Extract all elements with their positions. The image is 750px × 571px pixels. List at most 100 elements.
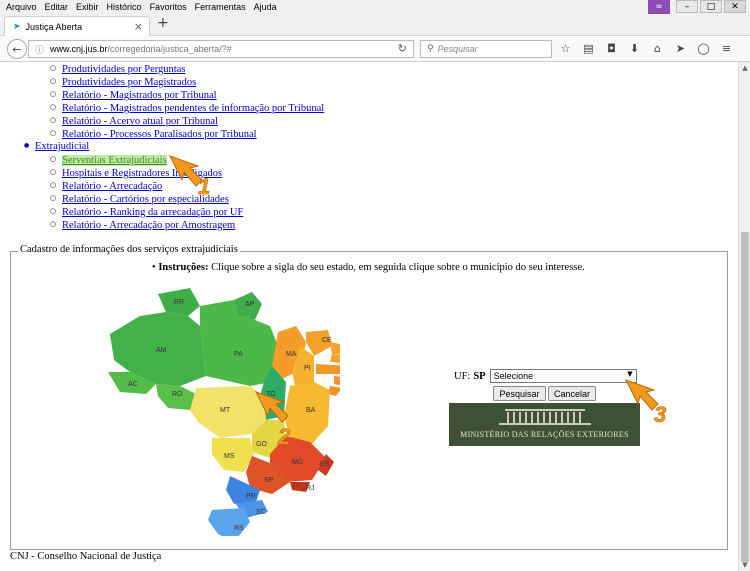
label-es: ES xyxy=(320,461,330,468)
uf-label: UF: xyxy=(454,370,471,382)
label-sp: SP xyxy=(264,477,274,484)
scroll-down-icon[interactable]: ▼ xyxy=(739,559,750,571)
private-mask-icon: ∞ xyxy=(648,0,670,14)
link-magistrados-pendentes[interactable]: Relatório - Magistrados pendentes de inf… xyxy=(62,103,324,114)
annotation-arrow-2: 2 xyxy=(254,391,291,448)
list-item: Relatório - Magistrados por Tribunal xyxy=(50,88,324,101)
footer-text: CNJ - Conselho Nacional de Justiça xyxy=(10,551,162,562)
label-rr: RR xyxy=(174,299,184,306)
label-rj: RJ xyxy=(306,485,315,492)
menu-ajuda[interactable]: Ajuda xyxy=(254,2,277,12)
navigation-bar: ← ⓘ www.cnj.jus.br /corregedoria/justica… xyxy=(0,36,750,62)
list-item: Relatório - Acervo atual por Tribunal xyxy=(50,114,324,127)
label-pr: PR xyxy=(246,493,256,500)
new-tab-icon[interactable]: + xyxy=(157,15,169,31)
list-item: Relatório - Processos Paralisados por Tr… xyxy=(50,127,324,140)
building-icon xyxy=(499,409,591,425)
label-ac: AC xyxy=(128,381,138,388)
annotation-number-1: 1 xyxy=(198,174,210,199)
label-pi: PI xyxy=(304,365,311,372)
label-rs: RS xyxy=(234,525,244,532)
menu-arquivo[interactable]: Arquivo xyxy=(6,2,37,12)
cancelar-button[interactable]: Cancelar xyxy=(548,386,596,401)
link-magistrados-tribunal[interactable]: Relatório - Magistrados por Tribunal xyxy=(62,90,217,101)
link-produtividades-magistrados[interactable]: Produtividades por Magistrados xyxy=(62,77,196,88)
globe-icon: ⓘ xyxy=(35,45,45,56)
tab-close-icon[interactable]: × xyxy=(134,20,143,33)
uf-row: UF: SP Selecione ▼ xyxy=(454,369,637,383)
url-domain: www.cnj.jus.br xyxy=(50,44,108,54)
bookmark-star-icon[interactable]: ☆ xyxy=(558,41,573,56)
instructions-label: Instruções: xyxy=(158,262,209,273)
menu-favoritos[interactable]: Favoritos xyxy=(150,2,187,12)
list-item: Produtividades por Magistrados xyxy=(50,75,324,88)
hamburger-menu-icon[interactable]: ≡ xyxy=(719,41,734,56)
label-ma: MA xyxy=(286,351,297,358)
label-ro: RO xyxy=(172,391,183,398)
annotation-number-3: 3 xyxy=(654,402,666,426)
annotation-arrow-3: 3 xyxy=(624,379,667,426)
scrollbar-thumb[interactable] xyxy=(741,232,749,562)
toolbar-icons: ☆ ▤ ◘ ⬇ ⌂ ➤ ◯ ≡ xyxy=(558,41,734,56)
menu-ferramentas[interactable]: Ferramentas xyxy=(195,2,246,12)
close-window-icon[interactable]: ✕ xyxy=(724,0,746,13)
link-processos-paralisados[interactable]: Relatório - Processos Paralisados por Tr… xyxy=(62,129,257,140)
label-mg: MG xyxy=(292,459,303,466)
link-arrecadacao[interactable]: Relatório - Arrecadação xyxy=(62,181,162,192)
banner-text: MINISTÉRIO DAS RELAÇÕES EXTERIORES xyxy=(460,430,629,439)
list-item: Relatório - Ranking da arrecadação por U… xyxy=(50,205,243,218)
maximize-icon[interactable]: □ xyxy=(700,0,722,13)
annotation-arrow-1: 1 xyxy=(168,155,211,199)
category-extrajudicial[interactable]: Extrajudicial xyxy=(24,141,89,152)
vertical-scrollbar[interactable]: ▲ ▼ xyxy=(738,62,750,571)
download-icon[interactable]: ⬇ xyxy=(627,41,642,56)
links-top-list: Produtividades por Perguntas Produtivida… xyxy=(50,62,324,140)
pocket-icon[interactable]: ◘ xyxy=(604,41,619,56)
menu-historico[interactable]: Histórico xyxy=(107,2,142,12)
home-icon[interactable]: ⌂ xyxy=(650,41,665,56)
select-value: Selecione xyxy=(493,371,534,381)
link-ranking-arrecadacao[interactable]: Relatório - Ranking da arrecadação por U… xyxy=(62,207,243,218)
scroll-up-icon[interactable]: ▲ xyxy=(739,62,750,74)
annotation-number-2: 2 xyxy=(277,424,291,448)
state-PB[interactable] xyxy=(330,354,340,364)
reload-icon[interactable]: ↻ xyxy=(398,42,407,55)
menu-bar: Arquivo Editar Exibir Histórico Favorito… xyxy=(0,0,750,14)
window-controls: – □ ✕ xyxy=(676,0,746,13)
reading-list-icon[interactable]: ▤ xyxy=(581,41,596,56)
search-icon: ⚲ xyxy=(427,44,434,54)
url-path: /corregedoria/justica_aberta/?# xyxy=(107,44,232,54)
uf-value: SP xyxy=(473,370,486,382)
link-produtividades-perguntas[interactable]: Produtividades por Perguntas xyxy=(62,64,185,75)
chat-icon[interactable]: ◯ xyxy=(696,41,711,56)
list-item: Relatório - Arrecadação por Amostragem xyxy=(50,218,243,231)
label-sc: SC xyxy=(256,509,266,516)
menu-exibir[interactable]: Exibir xyxy=(76,2,99,12)
menu-editar[interactable]: Editar xyxy=(45,2,69,12)
tab-bar: ➤ Justiça Aberta × + xyxy=(0,14,750,37)
instructions: • Instruções: Clique sobre a sigla do se… xyxy=(152,262,585,273)
search-placeholder: Pesquisar xyxy=(437,44,478,54)
page-content: Produtividades por Perguntas Produtivida… xyxy=(0,62,738,571)
send-icon[interactable]: ➤ xyxy=(673,41,688,56)
link-serventias-extrajudiciais[interactable]: Serventias Extrajudiciais xyxy=(62,155,167,166)
list-item: Produtividades por Perguntas xyxy=(50,62,324,75)
search-input[interactable]: ⚲ Pesquisar xyxy=(420,40,552,58)
instructions-text: Clique sobre a sigla do seu estado, em s… xyxy=(208,262,585,273)
state-PE[interactable] xyxy=(316,364,340,374)
list-item: Relatório - Magistrados pendentes de inf… xyxy=(50,101,324,114)
tab-justica-aberta[interactable]: ➤ Justiça Aberta × xyxy=(4,16,150,37)
label-pa: PA xyxy=(234,351,243,358)
tab-title: Justiça Aberta xyxy=(25,22,83,32)
label-ap: AP xyxy=(245,301,255,308)
pesquisar-button[interactable]: Pesquisar xyxy=(493,386,546,401)
minimize-icon[interactable]: – xyxy=(676,0,698,13)
municipio-select[interactable]: Selecione ▼ xyxy=(489,369,637,383)
back-arrow-icon[interactable]: ← xyxy=(7,39,27,59)
site-favicon-icon: ➤ xyxy=(13,22,21,32)
label-ms: MS xyxy=(224,453,235,460)
ministerio-banner[interactable]: MINISTÉRIO DAS RELAÇÕES EXTERIORES xyxy=(449,403,640,446)
link-arrecadacao-amostragem[interactable]: Relatório - Arrecadação por Amostragem xyxy=(62,220,235,231)
link-acervo-atual[interactable]: Relatório - Acervo atual por Tribunal xyxy=(62,116,218,127)
url-bar[interactable]: ⓘ www.cnj.jus.br /corregedoria/justica_a… xyxy=(28,40,414,58)
